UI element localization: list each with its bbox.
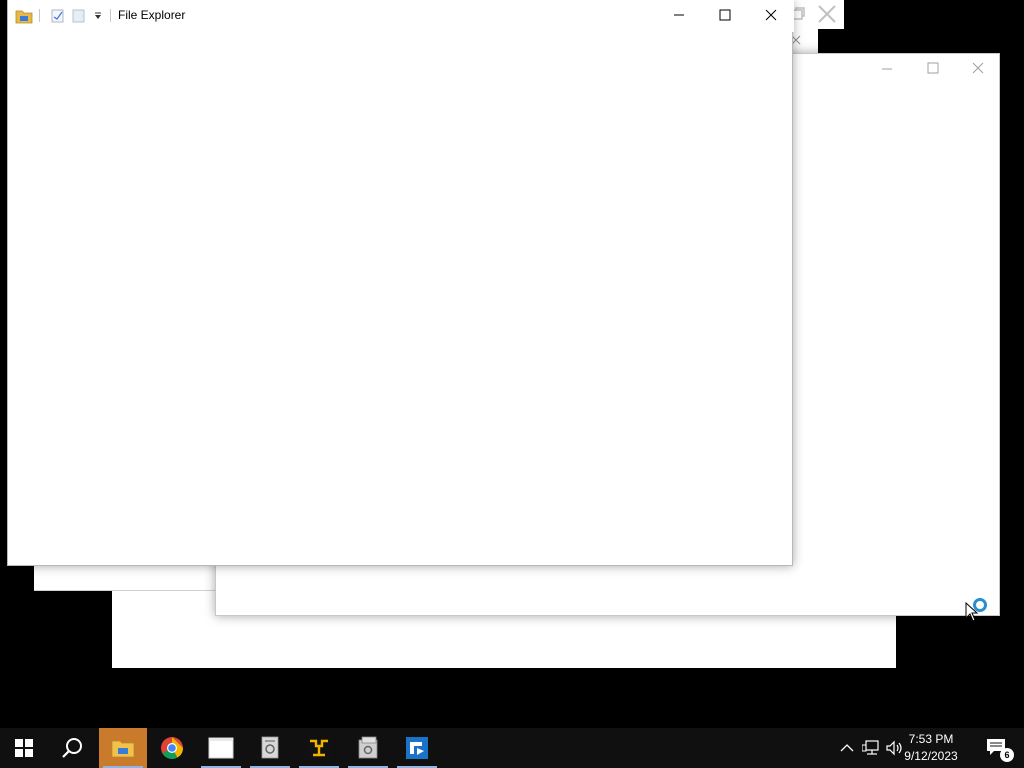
close-icon[interactable] xyxy=(956,54,1000,82)
server-icon xyxy=(358,736,378,759)
start-button[interactable] xyxy=(0,728,48,768)
taskbar-app-manager[interactable] xyxy=(344,728,392,768)
chrome-icon xyxy=(161,737,183,759)
search-button[interactable] xyxy=(48,728,96,768)
chevron-up-icon[interactable] xyxy=(837,738,857,758)
network-status-icon[interactable] xyxy=(861,738,881,758)
qat-separator xyxy=(39,9,40,22)
taskbar-clock[interactable]: 7:53 PM 9/12/2023 xyxy=(896,731,966,765)
clock-date: 9/12/2023 xyxy=(904,749,958,763)
mouse-cursor-icon xyxy=(965,601,979,622)
maximize-icon[interactable] xyxy=(702,0,748,30)
minimize-icon[interactable] xyxy=(864,54,910,82)
qat-separator xyxy=(110,9,111,22)
action-center-button[interactable]: 6 xyxy=(986,738,1014,762)
taskbar-app-remote[interactable] xyxy=(393,728,441,768)
close-icon[interactable] xyxy=(814,3,840,25)
customize-toolbar-dropdown-icon[interactable] xyxy=(89,7,107,25)
gear-doc-icon xyxy=(261,736,279,759)
windows-logo-icon xyxy=(15,739,33,757)
maximize-icon[interactable] xyxy=(910,54,956,82)
search-icon xyxy=(62,738,82,758)
folder-icon xyxy=(111,740,135,758)
taskbar-app-network-tool[interactable] xyxy=(295,728,343,768)
taskbar-app-settings[interactable] xyxy=(246,728,294,768)
new-folder-icon[interactable] xyxy=(70,7,88,25)
file-explorer-window: File Explorer xyxy=(7,0,794,566)
window-title: File Explorer xyxy=(118,8,186,22)
remote-icon xyxy=(406,737,428,759)
folder-icon xyxy=(15,7,33,25)
network-icon xyxy=(307,738,331,758)
close-icon[interactable] xyxy=(748,0,793,30)
taskbar-app-chrome[interactable] xyxy=(148,728,196,768)
minimize-icon[interactable] xyxy=(656,0,702,30)
taskbar: 7:53 PM 9/12/2023 6 xyxy=(0,728,1024,768)
taskbar-app-blank-window[interactable] xyxy=(197,728,245,768)
properties-icon[interactable] xyxy=(49,7,67,25)
clock-time: 7:53 PM xyxy=(908,732,954,746)
taskbar-app-file-explorer[interactable] xyxy=(99,728,147,768)
window-icon xyxy=(208,737,234,759)
notification-count-badge: 6 xyxy=(1000,748,1014,762)
explorer-content-area xyxy=(8,32,792,565)
title-bar[interactable]: File Explorer xyxy=(8,0,794,32)
